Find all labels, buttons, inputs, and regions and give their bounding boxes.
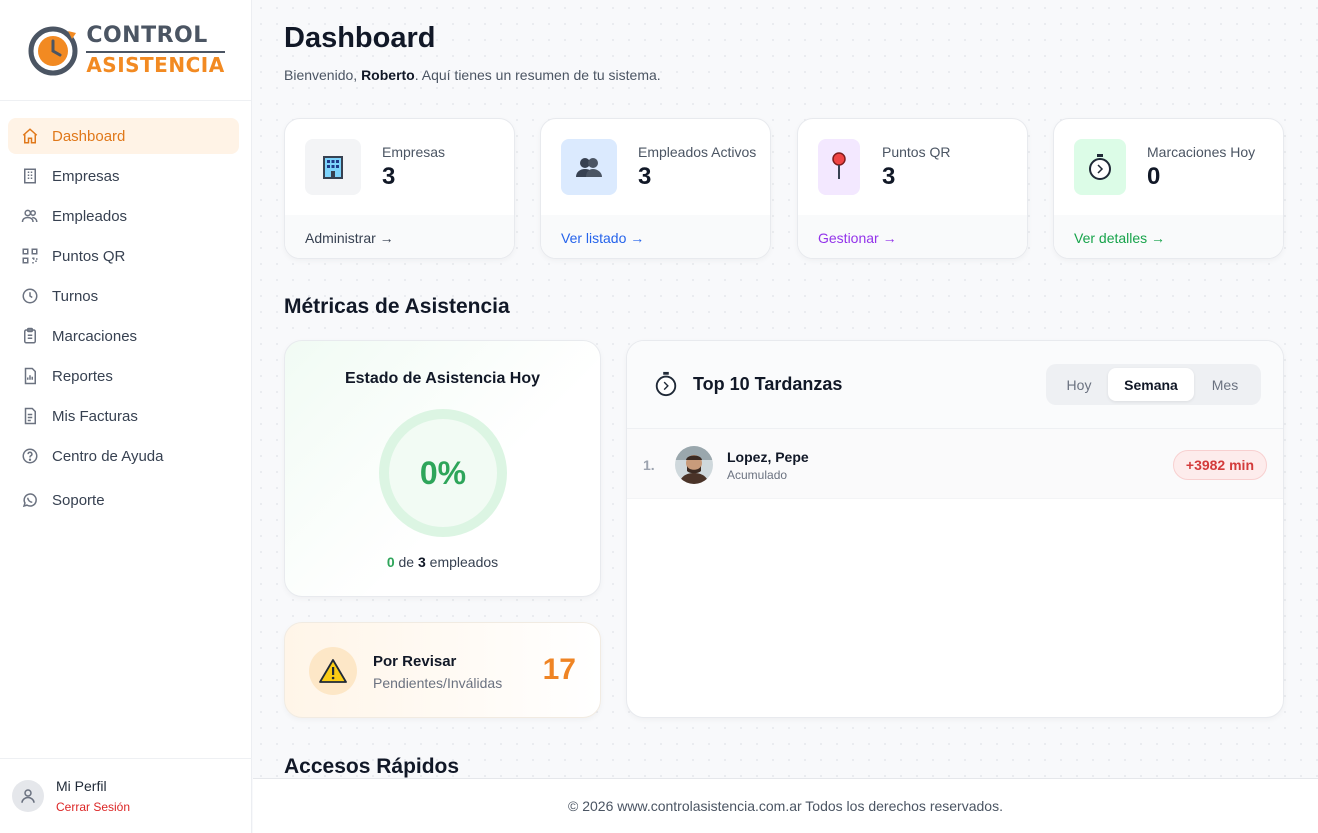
quick-access-title: Accesos Rápidos [284, 755, 460, 778]
top-late-header: Top 10 Tardanzas Hoy Semana Mes [627, 341, 1283, 429]
sidebar-item-empresas[interactable]: Empresas [8, 158, 239, 194]
rank-number: 1. [643, 457, 655, 473]
page-title: Dashboard [284, 22, 436, 54]
stat-label: Puntos QR [882, 144, 951, 160]
review-count: 17 [542, 653, 576, 686]
report-icon [20, 366, 40, 386]
sidebar-item-centro-de-ayuda[interactable]: Centro de Ayuda [8, 438, 239, 474]
stat-card-marcaciones: Marcaciones Hoy 0 Ver detalles → [1053, 118, 1284, 259]
stat-link-administrar[interactable]: Administrar → [285, 215, 514, 258]
attendance-status-card: Estado de Asistencia Hoy 0% 0 de 3 emple… [284, 340, 601, 597]
user-avatar-icon[interactable] [12, 780, 44, 812]
sidebar-item-mis-facturas[interactable]: Mis Facturas [8, 398, 239, 434]
stat-label: Empresas [382, 144, 446, 160]
employees-text: empleados [425, 554, 499, 570]
stat-link-ver-listado[interactable]: Ver listado → [541, 215, 770, 258]
top-late-title: Top 10 Tardanzas [693, 374, 843, 394]
sidebar: CONTROL ASISTENCIA Dashboard Empresas Em… [0, 0, 252, 833]
sidebar-item-label: Soporte [52, 491, 105, 509]
main-content: Dashboard Bienvenido, Roberto. Aquí tien… [253, 0, 1318, 778]
footer-text: © 2026 www.controlasistencia.com.ar Todo… [568, 798, 1003, 814]
attendance-count: 0 de 3 empleados [285, 554, 600, 570]
attendance-title: Estado de Asistencia Hoy [344, 370, 541, 387]
profile-link[interactable]: Mi Perfil [56, 778, 130, 794]
help-icon [20, 446, 40, 466]
sidebar-item-label: Marcaciones [52, 327, 138, 345]
late-minutes-badge: +3982 min [1172, 450, 1267, 480]
review-title: Por Revisar [373, 653, 457, 670]
sidebar-item-turnos[interactable]: Turnos [8, 278, 239, 314]
sidebar-item-label: Centro de Ayuda [52, 447, 164, 465]
stat-label: Empleados Activos [638, 144, 757, 160]
welcome-text: Bienvenido, Roberto. Aquí tienes un resu… [284, 67, 661, 83]
users-icon [20, 206, 40, 226]
sidebar-nav: Dashboard Empresas Empleados Puntos QR T… [0, 101, 251, 518]
brand-line-2: ASISTENCIA [86, 51, 225, 77]
stopwatch-icon [655, 371, 677, 397]
tab-semana[interactable]: Semana [1108, 368, 1194, 401]
profile-section: Mi Perfil Cerrar Sesión [0, 758, 252, 833]
stat-label: Marcaciones Hoy [1147, 144, 1256, 160]
brand-logo[interactable]: CONTROL ASISTENCIA [0, 0, 251, 101]
user-name: Roberto [361, 67, 415, 83]
stat-value: 0 [1147, 163, 1161, 190]
welcome-suffix: . Aquí tienes un resumen de tu sistema. [414, 67, 661, 83]
tab-mes[interactable]: Mes [1194, 368, 1256, 401]
of-text: de [394, 554, 418, 570]
stat-value: 3 [882, 163, 896, 190]
attendance-percent: 0% [419, 454, 467, 491]
period-segmented-control: Hoy Semana Mes [1046, 364, 1261, 405]
whatsapp-icon [20, 490, 40, 510]
employee-sub: Acumulado [727, 468, 788, 482]
sidebar-item-label: Turnos [52, 287, 99, 305]
stat-value: 3 [382, 163, 396, 190]
metrics-section-title: Métricas de Asistencia [284, 295, 510, 318]
total-count: 3 [417, 554, 426, 570]
employee-avatar [675, 446, 713, 484]
sidebar-item-marcaciones[interactable]: Marcaciones [8, 318, 239, 354]
stat-card-empresas: Empresas 3 Administrar → [284, 118, 515, 259]
sidebar-item-puntos-qr[interactable]: Puntos QR [8, 238, 239, 274]
sidebar-item-soporte[interactable]: Soporte [8, 482, 239, 518]
stat-card-empleados: Empleados Activos 3 Ver listado → [540, 118, 771, 259]
sidebar-item-reportes[interactable]: Reportes [8, 358, 239, 394]
sidebar-item-label: Puntos QR [52, 247, 126, 265]
sidebar-item-label: Reportes [52, 367, 113, 385]
logout-link[interactable]: Cerrar Sesión [56, 800, 130, 814]
home-icon [20, 126, 40, 146]
sidebar-item-label: Empleados [52, 207, 128, 225]
sidebar-item-label: Dashboard [52, 127, 126, 145]
clock-logo-icon [28, 26, 78, 76]
stat-card-puntos-qr: Puntos QR 3 Gestionar → [797, 118, 1028, 259]
present-count: 0 [386, 554, 395, 570]
stat-link-gestionar[interactable]: Gestionar → [798, 215, 1027, 258]
employee-name: Lopez, Pepe [727, 449, 809, 465]
review-card[interactable]: Por Revisar Pendientes/Inválidas 17 [284, 622, 601, 718]
sidebar-item-label: Mis Facturas [52, 407, 138, 425]
clock-icon [20, 286, 40, 306]
footer: © 2026 www.controlasistencia.com.ar Todo… [253, 778, 1318, 833]
sidebar-item-label: Empresas [52, 167, 120, 185]
top-late-card: Top 10 Tardanzas Hoy Semana Mes 1. Lopez… [626, 340, 1284, 718]
brand-line-1: CONTROL [86, 23, 208, 48]
review-subtitle: Pendientes/Inválidas [373, 675, 503, 691]
office-building-icon [305, 139, 361, 195]
list-item[interactable]: 1. Lopez, Pepe Acumulado +3982 min [627, 429, 1283, 499]
welcome-prefix: Bienvenido, [284, 67, 362, 83]
invoice-icon [20, 406, 40, 426]
clipboard-icon [20, 326, 40, 346]
pin-icon [818, 139, 860, 195]
sidebar-item-dashboard[interactable]: Dashboard [8, 118, 239, 154]
stopwatch-icon [1074, 139, 1126, 195]
building-icon [20, 166, 40, 186]
stat-value: 3 [638, 163, 652, 190]
sidebar-item-empleados[interactable]: Empleados [8, 198, 239, 234]
warning-icon [309, 647, 357, 695]
stat-link-ver-detalles[interactable]: Ver detalles → [1054, 215, 1283, 258]
tab-hoy[interactable]: Hoy [1050, 368, 1108, 401]
attendance-ring: 0% [379, 409, 507, 537]
people-icon [561, 139, 617, 195]
qr-icon [20, 246, 40, 266]
